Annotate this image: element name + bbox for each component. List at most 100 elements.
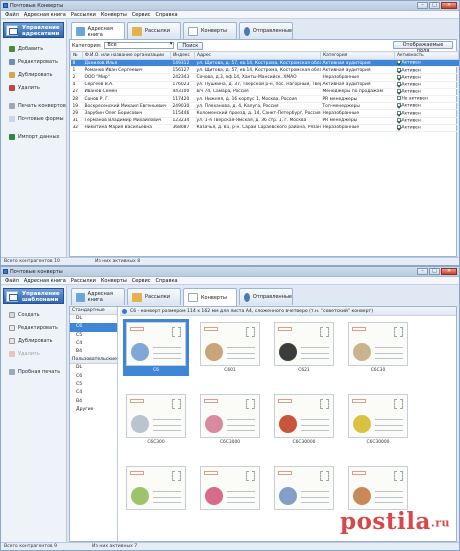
cell-name: Германов Владимир Михайлович	[82, 117, 171, 125]
menu-help[interactable]: Справка	[156, 278, 178, 284]
menu-address-book[interactable]: Адресная книга	[24, 278, 66, 284]
format-item[interactable]: C6	[70, 323, 117, 332]
envelope-template[interactable]: C621	[274, 322, 334, 373]
table-row[interactable]: 29 Зарубин Олег Борисович 115446 Коломенски…	[70, 109, 459, 118]
envelope-template[interactable]: C6C30	[348, 322, 408, 373]
col-number[interactable]: №	[70, 51, 83, 60]
menu-service[interactable]: Сервис	[132, 278, 151, 284]
add-button[interactable]: Добавить	[1, 42, 66, 55]
test-print-button[interactable]: Пробная печать	[1, 365, 66, 378]
format-item[interactable]: C4	[70, 389, 117, 397]
active-checkbox[interactable]	[396, 110, 401, 115]
menu-envelopes[interactable]: Конверты	[101, 12, 127, 18]
table-row[interactable]: 27 Иванов Семён 443100 в/ч 74, Самара, Росс…	[70, 88, 459, 96]
print-envelopes-button[interactable]: Печать конвертов	[1, 99, 66, 112]
tab-label: Адресная книга	[87, 291, 113, 303]
tab-sent[interactable]: Отправленные	[239, 22, 293, 39]
maximize-button[interactable]: □	[429, 2, 440, 9]
active-checkbox[interactable]	[396, 74, 401, 79]
menu-envelopes[interactable]: Конверты	[101, 278, 127, 284]
cell-number: 29	[70, 109, 83, 118]
envelope-template[interactable]	[200, 466, 260, 512]
envelope-template[interactable]	[274, 466, 334, 512]
col-address[interactable]: Адрес	[194, 51, 321, 60]
table-row[interactable]: 19 Воскресенский Михаил Евгеньевич 249030 у…	[70, 102, 459, 111]
edit-template-button[interactable]: Редактировать	[1, 321, 66, 334]
col-index[interactable]: Индекс	[170, 51, 195, 60]
menu-help[interactable]: Справка	[156, 12, 178, 18]
title-bar: Почтовые конверты – □ ×	[1, 267, 459, 277]
format-item[interactable]: C4	[70, 340, 117, 348]
table-row[interactable]: 28 Сонов Р. Г. 117420 ул. Нижняя, д. 16 кор…	[70, 95, 459, 104]
close-button[interactable]: ×	[441, 2, 457, 9]
active-checkbox[interactable]	[396, 96, 401, 101]
menu-file[interactable]: Файл	[5, 12, 19, 18]
close-button[interactable]: ×	[441, 268, 457, 275]
minimize-button[interactable]: –	[417, 2, 428, 9]
active-checkbox[interactable]	[396, 125, 401, 130]
tab-mailings[interactable]: Рассылки	[127, 288, 181, 305]
envelope-template[interactable]	[126, 466, 186, 512]
duplicate-template-button[interactable]: Дублировать	[1, 334, 66, 347]
table-row[interactable]: 32 Никитина Мария Васильевна 368087 Казачья…	[70, 124, 459, 132]
menu-file[interactable]: Файл	[5, 278, 19, 284]
tab-envelopes[interactable]: Конверты	[183, 288, 237, 306]
table-row[interactable]: 2 ООО "Мир" 242343 Сочова, д.3, оф.14, Хант…	[70, 73, 459, 82]
active-checkbox[interactable]	[396, 67, 401, 72]
table-row[interactable]: 4 Сергеев В.А. 176023 ул. Пушкина, д. 37, Т…	[70, 81, 459, 89]
menu-mailings[interactable]: Рассылки	[71, 278, 96, 284]
format-item[interactable]: C5	[70, 332, 117, 340]
active-checkbox[interactable]	[396, 117, 401, 122]
postal-forms-button[interactable]: Почтовые формы	[1, 112, 66, 125]
table-row[interactable]: 1 Романов Иван Сергеевич 156127 ул. Щитова,…	[70, 66, 459, 75]
format-item[interactable]: Другие	[70, 406, 117, 414]
menu-address-book[interactable]: Адресная книга	[24, 12, 66, 18]
active-checkbox[interactable]	[396, 81, 401, 86]
active-checkbox[interactable]	[396, 89, 401, 94]
envelope-template[interactable]: C6C30000	[274, 394, 334, 445]
delete-template-button[interactable]: Удалить	[1, 347, 66, 360]
tab-address-book[interactable]: Адресная книга	[71, 288, 125, 305]
displayed-fields-button[interactable]: Отображаемые поля	[393, 41, 453, 54]
postcode-box	[204, 471, 218, 475]
menu-service[interactable]: Сервис	[132, 12, 151, 18]
active-checkbox[interactable]	[396, 103, 401, 108]
envelope-template[interactable]: C6C30000	[348, 394, 408, 445]
format-item[interactable]: DL	[70, 364, 117, 372]
tab-envelopes[interactable]: Конверты	[183, 22, 237, 39]
table-row[interactable]: 8 Данилов Илья 149312 ул. Щитова, д. 57, кв…	[70, 59, 459, 68]
envelope-template[interactable]: C6	[123, 319, 189, 376]
col-category[interactable]: Категория	[320, 51, 395, 60]
import-data-button[interactable]: Импорт данных	[1, 130, 66, 143]
table-row[interactable]: 31 Германов Владимир Михайлович 123234 ул. …	[70, 117, 459, 125]
col-name[interactable]: Ф.И.О. или название организации	[82, 51, 171, 60]
tab-mailings[interactable]: Рассылки	[127, 22, 181, 39]
active-checkbox[interactable]	[396, 60, 401, 65]
duplicate-button[interactable]: Дублировать	[1, 68, 66, 81]
envelope-template[interactable]	[348, 466, 408, 512]
format-item[interactable]: C5	[70, 381, 117, 389]
category-select[interactable]: Все	[104, 42, 175, 49]
maximize-button[interactable]: □	[429, 268, 440, 275]
cell-number: 4	[70, 81, 83, 89]
format-item[interactable]: B4	[70, 348, 117, 356]
tab-sent[interactable]: Отправленные	[239, 288, 293, 305]
envelope-template[interactable]: C6C300	[126, 394, 186, 445]
delete-button[interactable]: Удалить	[1, 81, 66, 94]
sidebar: Управление адресатами Добавить Редактиро…	[1, 20, 67, 257]
menu-mailings[interactable]: Рассылки	[71, 12, 96, 18]
cell-category: PR менеджеры	[320, 117, 395, 125]
format-item[interactable]: C6	[70, 373, 117, 381]
edit-button[interactable]: Редактировать	[1, 55, 66, 68]
format-item[interactable]: B4	[70, 398, 117, 406]
minimize-button[interactable]: –	[417, 268, 428, 275]
sidebar-header: Управление шаблонами	[3, 288, 64, 304]
envelope-template[interactable]: C601	[200, 322, 260, 373]
envelope-template[interactable]: C6C3000	[200, 394, 260, 445]
envelope-artwork	[353, 487, 371, 505]
stamp-box	[246, 471, 255, 481]
format-item[interactable]: DL	[70, 315, 117, 323]
search-button[interactable]: Поиск	[177, 41, 204, 50]
create-button[interactable]: Создать	[1, 308, 66, 321]
tab-address-book[interactable]: Адресная книга	[71, 22, 125, 40]
